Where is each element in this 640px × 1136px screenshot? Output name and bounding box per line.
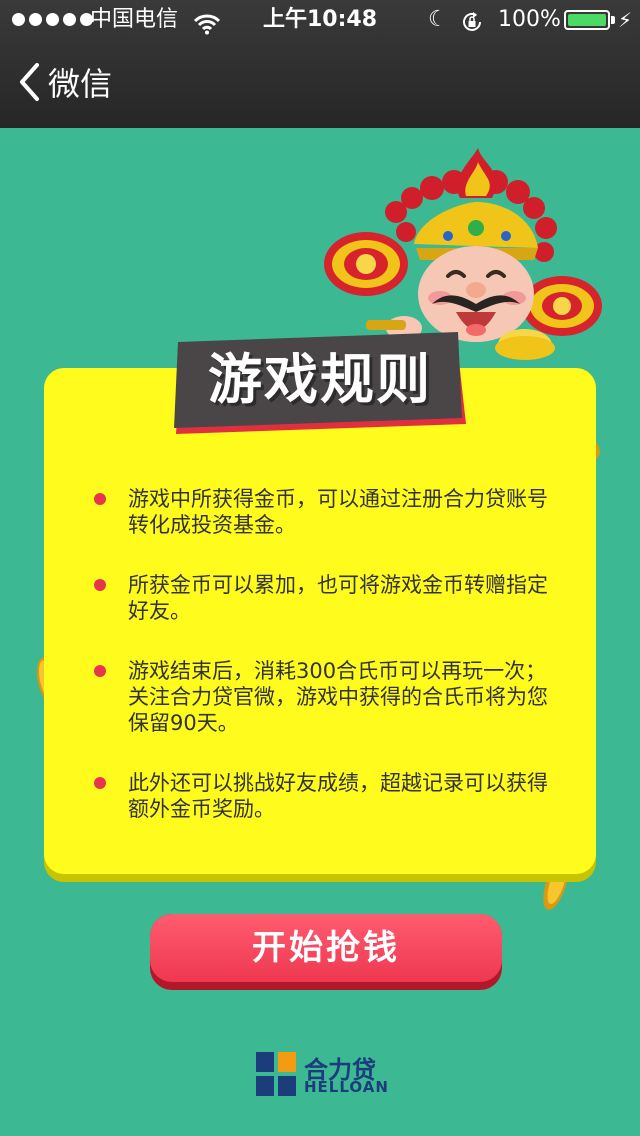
- rules-list: 游戏中所获得金币，可以通过注册合力贷账号转化成投资基金。 所获金币可以累加，也可…: [90, 486, 560, 856]
- status-bar: 中国电信 上午10:48 ☾ 100% ⚡: [0, 0, 640, 40]
- helloan-logo-icon: [256, 1052, 296, 1096]
- battery-tip: [611, 16, 615, 24]
- list-item: 此外还可以挑战好友成绩，超越记录可以获得额外金币奖励。: [90, 770, 560, 822]
- bullet-dot-icon: [94, 777, 106, 789]
- rule-text: 游戏中所获得金币，可以通过注册合力贷账号转化成投资基金。: [128, 487, 548, 537]
- start-game-button[interactable]: 开始抢钱: [150, 914, 502, 990]
- helloan-logo: 合力贷 HELLOAN: [256, 1050, 396, 1100]
- rule-text: 游戏结束后，消耗300合氏币可以再玩一次；关注合力贷官微，游戏中获得的合氏币将为…: [128, 659, 548, 735]
- battery-percent: 100%: [498, 7, 561, 32]
- list-item: 游戏中所获得金币，可以通过注册合力贷账号转化成投资基金。: [90, 486, 560, 538]
- title-plaque: 游戏规则: [172, 330, 468, 434]
- moon-icon: ☾: [428, 7, 448, 32]
- rule-text: 所获金币可以累加，也可将游戏金币转赠指定好友。: [128, 573, 548, 623]
- bullet-dot-icon: [94, 665, 106, 677]
- back-label: 微信: [48, 65, 113, 103]
- list-item: 所获金币可以累加，也可将游戏金币转赠指定好友。: [90, 572, 560, 624]
- battery-icon: [564, 10, 610, 30]
- start-button-label: 开始抢钱: [252, 928, 400, 968]
- bullet-dot-icon: [94, 493, 106, 505]
- list-item: 游戏结束后，消耗300合氏币可以再玩一次；关注合力贷官微，游戏中获得的合氏币将为…: [90, 658, 560, 736]
- back-button[interactable]: 微信: [18, 60, 112, 104]
- battery-level: [568, 14, 606, 26]
- bullet-dot-icon: [94, 579, 106, 591]
- logo-text-en: HELLOAN: [304, 1078, 389, 1096]
- charging-bolt-icon: ⚡: [618, 8, 633, 32]
- rotation-lock-icon: [460, 8, 484, 48]
- rule-text: 此外还可以挑战好友成绩，超越记录可以获得额外金币奖励。: [128, 771, 548, 821]
- chevron-left-icon: [18, 62, 40, 102]
- top-bar: 中国电信 上午10:48 ☾ 100% ⚡ 微信: [0, 0, 640, 128]
- page-title: 游戏规则: [208, 348, 432, 411]
